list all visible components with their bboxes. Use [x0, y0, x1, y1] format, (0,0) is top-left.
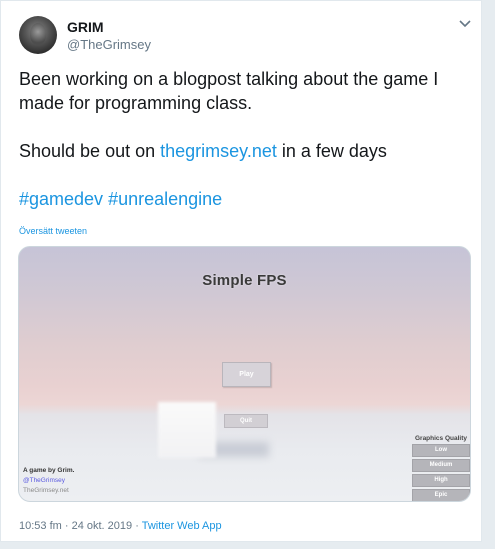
tweet-text: Been working on a blogpost talking about…	[19, 67, 469, 211]
graphics-option-high: High	[412, 474, 470, 487]
hashtag-gamedev[interactable]: #gamedev	[19, 189, 103, 209]
blog-link[interactable]: thegrimsey.net	[160, 141, 277, 161]
avatar[interactable]	[19, 16, 57, 54]
hashtag-unrealengine[interactable]: #unrealengine	[108, 189, 222, 209]
author-handle[interactable]: @TheGrimsey	[67, 37, 151, 52]
translate-tweet-link[interactable]: Översätt tweeten	[19, 226, 87, 236]
chevron-down-icon[interactable]	[457, 17, 473, 31]
tweet-source-app[interactable]: Twitter Web App	[142, 520, 222, 532]
tweet-line-2: Should be out on thegrimsey.net in a few…	[19, 139, 469, 163]
tweet-date[interactable]: 24 okt. 2019	[72, 520, 133, 532]
avatar-face	[30, 23, 46, 45]
meta-separator: ·	[61, 520, 72, 532]
graphics-quality-title: Graphics Quality	[414, 435, 468, 442]
tweet-line-2-suffix: in a few days	[276, 141, 387, 161]
tweet-time[interactable]: 10:53 fm	[19, 520, 62, 532]
tweet-line-2-prefix: Should be out on	[19, 141, 161, 161]
graphics-option-epic: Epic	[412, 489, 470, 501]
tweet-card: GRIM @TheGrimsey Been working on a blogp…	[0, 0, 482, 542]
white-cube	[158, 402, 216, 458]
graphics-option-medium: Medium	[412, 459, 470, 472]
credit-line-3: TheGrimsey.net	[23, 487, 69, 494]
game-credit: A game by Grim. @TheGrimsey TheGrimsey.n…	[23, 466, 74, 496]
game-quit-button: Quit	[224, 414, 268, 428]
author-display-name[interactable]: GRIM	[67, 19, 104, 35]
tweet-line-1: Been working on a blogpost talking about…	[19, 69, 439, 113]
graphics-option-low: Low	[412, 444, 470, 457]
credit-line-2: @TheGrimsey	[23, 477, 65, 484]
media-image[interactable]: Simple FPS Play Quit A game by Grim. @Th…	[18, 246, 471, 502]
meta-separator: ·	[132, 520, 142, 532]
hashtags: #gamedev #unrealengine	[19, 187, 469, 211]
tweet-meta: 10:53 fm · 24 okt. 2019 · Twitter Web Ap…	[19, 520, 222, 532]
graphics-quality-panel: Graphics Quality Low Medium High Epic	[412, 435, 470, 501]
game-play-button: Play	[222, 362, 271, 387]
game-title: Simple FPS	[202, 272, 287, 289]
credit-line-1: A game by Grim.	[23, 467, 75, 474]
